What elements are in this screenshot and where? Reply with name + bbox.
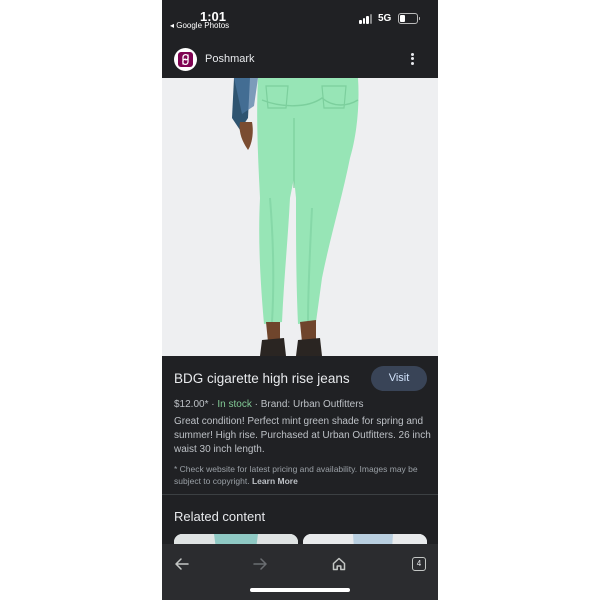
product-description: Great condition! Perfect mint green shad… [174, 416, 431, 455]
learn-more-link[interactable]: Learn More [252, 476, 298, 486]
more-options-icon[interactable] [408, 51, 416, 67]
stock-status: In stock [217, 399, 252, 410]
product-meta: $12.00* · In stock · Brand: Urban Outfit… [174, 399, 364, 410]
poshmark-logo-icon[interactable] [174, 48, 197, 71]
source-name[interactable]: Poshmark [205, 53, 255, 65]
product-image[interactable] [162, 78, 438, 356]
phone-screen: 1:01 ◂ Google Photos 5G Poshmark BDG cig… [162, 0, 438, 600]
related-content-heading: Related content [174, 509, 266, 524]
network-type: 5G [378, 13, 392, 24]
home-indicator[interactable] [250, 588, 350, 592]
product-price: $12.00* [174, 399, 209, 410]
product-title: BDG cigarette high rise jeans [174, 371, 350, 386]
product-brand: Brand: Urban Outfitters [260, 399, 364, 410]
visit-button[interactable]: Visit [371, 366, 427, 391]
forward-arrow-icon[interactable] [248, 552, 272, 576]
home-icon[interactable] [327, 552, 351, 576]
signal-icon [359, 14, 373, 24]
back-to-app-link[interactable]: ◂ Google Photos [170, 21, 229, 30]
battery-icon [398, 13, 420, 24]
divider [162, 494, 438, 495]
back-arrow-icon[interactable] [170, 552, 194, 576]
disclaimer: * Check website for latest pricing and a… [174, 463, 432, 487]
tab-count: 4 [412, 557, 426, 571]
status-bar: 1:01 ◂ Google Photos 5G [162, 0, 438, 38]
tab-switcher-icon[interactable]: 4 [407, 552, 431, 576]
source-header: Poshmark [162, 42, 438, 78]
